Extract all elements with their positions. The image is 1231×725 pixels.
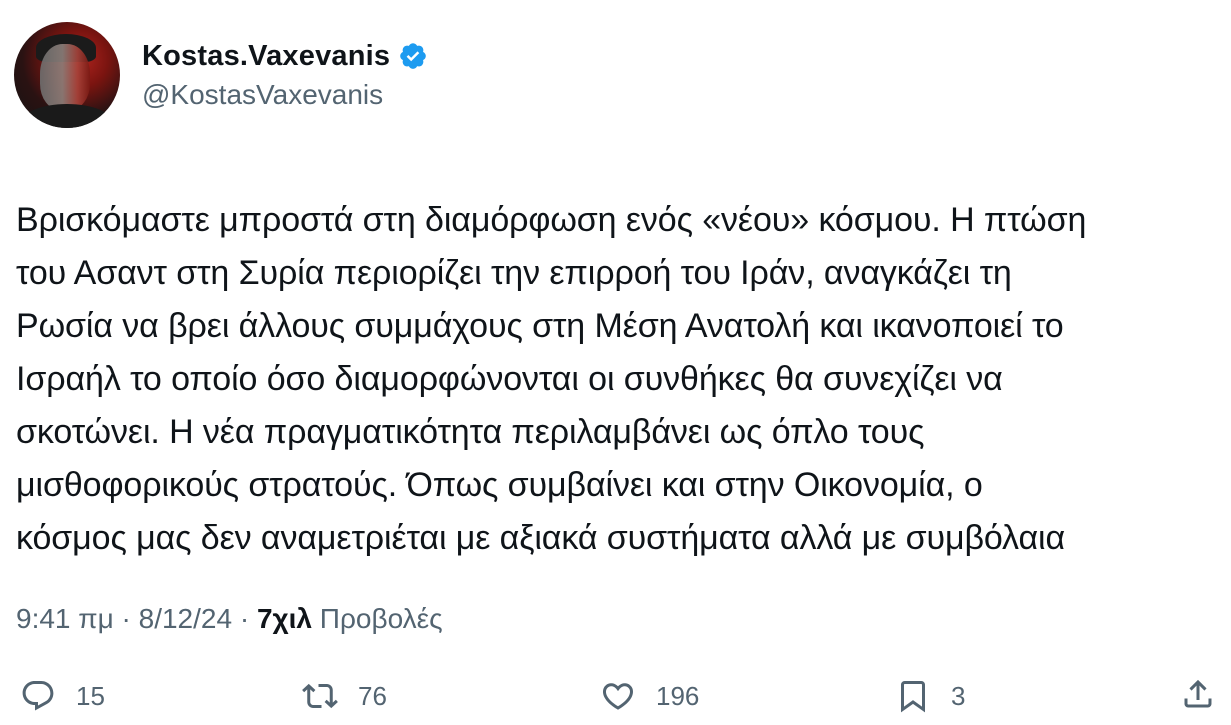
action-bar: 15 76 196 3 — [0, 672, 1231, 722]
share-button[interactable] — [1180, 676, 1216, 712]
like-button[interactable]: 196 — [600, 678, 699, 714]
display-name[interactable]: Kostas.Vaxevanis — [142, 40, 390, 73]
views-label: Προβολές — [319, 603, 443, 634]
retweet-count: 76 — [358, 680, 387, 711]
meta-separator: · — [232, 603, 257, 634]
author-handle[interactable]: @KostasVaxevanis — [142, 79, 428, 111]
bookmark-button[interactable]: 3 — [895, 678, 965, 714]
retweet-icon — [302, 683, 338, 709]
tweet-meta: 9:41 πμ · 8/12/24 · 7χιλ Προβολές — [16, 603, 443, 635]
bookmark-icon — [901, 681, 925, 713]
reply-button[interactable]: 15 — [20, 678, 105, 714]
reply-count: 15 — [76, 680, 105, 711]
reply-icon — [22, 681, 54, 711]
author-names: Kostas.Vaxevanis @KostasVaxevanis — [142, 40, 428, 111]
like-count: 196 — [656, 680, 700, 711]
avatar-shoulders — [20, 104, 114, 128]
tweet-header: Kostas.Vaxevanis @KostasVaxevanis — [14, 22, 428, 128]
like-icon — [602, 683, 634, 710]
meta-separator: · — [113, 603, 139, 634]
tweet-date[interactable]: 8/12/24 — [139, 603, 232, 634]
verified-badge-icon — [400, 43, 427, 69]
tweet-text: Βρισκόμαστε μπροστά στη διαμόρφωση ενός … — [16, 201, 1087, 557]
share-icon — [1184, 679, 1212, 708]
avatar[interactable] — [14, 22, 120, 128]
tweet-time[interactable]: 9:41 πμ — [16, 603, 114, 634]
name-row: Kostas.Vaxevanis — [142, 40, 428, 73]
avatar-face — [40, 44, 90, 110]
retweet-button[interactable]: 76 — [302, 678, 387, 714]
bookmark-count: 3 — [951, 680, 966, 711]
views-count: 7χιλ — [256, 603, 312, 634]
